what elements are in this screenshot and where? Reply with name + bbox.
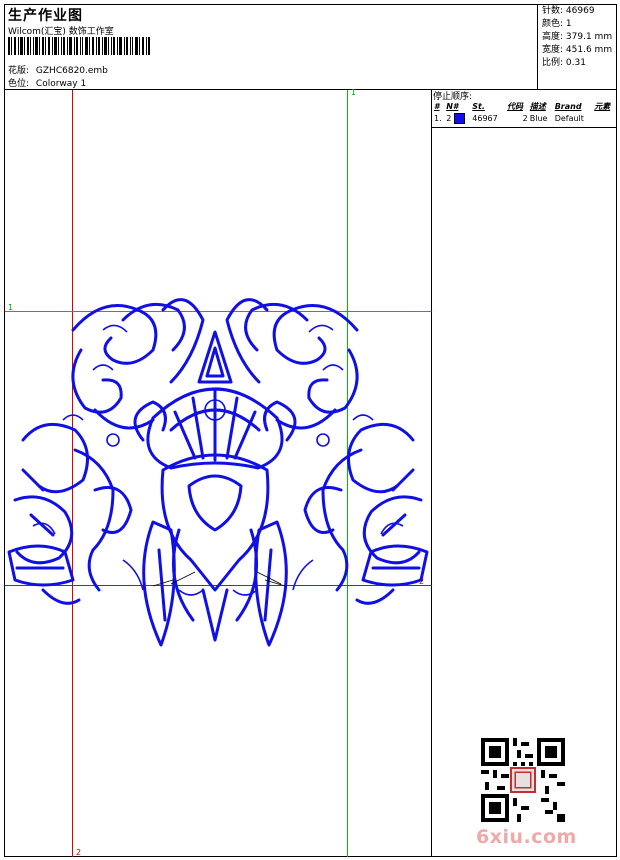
- header-divider: [537, 4, 538, 90]
- qr-code: [481, 738, 565, 822]
- col-brand: Brand: [554, 102, 582, 111]
- stats-panel: 针数: 46969 颜色: 1 高度: 379.1 mm 宽度: 451.6 m…: [542, 5, 612, 70]
- color-swatch: [453, 113, 465, 124]
- stop-sequence-table: # N# St. 代码 描述 Brand 元素 1. 2 46967 2 Blu…: [433, 101, 616, 125]
- colorway-row: 色位: Colorway 1: [8, 76, 86, 89]
- row-element: [593, 112, 616, 125]
- row-number: 2: [445, 112, 471, 125]
- col-element: 元素: [594, 102, 611, 111]
- col-index: #: [434, 102, 440, 111]
- row-stitches: 46967: [472, 114, 498, 123]
- pattern-label: 花版:: [8, 66, 30, 76]
- row-code: 2: [522, 114, 528, 123]
- stat-scale: 比例: 0.31: [542, 58, 586, 68]
- col-description: 描述: [529, 102, 546, 111]
- stat-colors: 颜色: 1: [542, 19, 572, 29]
- pattern-value: GZHC6820.emb: [35, 66, 108, 76]
- embroidery-design: [7, 298, 429, 647]
- watermark-text: 6xiu.com: [476, 826, 577, 848]
- stat-stitches: 针数: 46969: [542, 6, 595, 16]
- row-description: Blue: [529, 114, 548, 123]
- row-index: 1.: [434, 114, 442, 123]
- table-row: 1. 2 46967 2 Blue Default: [433, 112, 616, 125]
- stat-width: 宽度: 451.6 mm: [542, 45, 613, 55]
- stat-height: 高度: 379.1 mm: [542, 32, 613, 42]
- studio-name: Wilcom(汇宝) 数饰工作室: [8, 27, 114, 37]
- guide-label-bottom: 2: [76, 848, 82, 857]
- table-divider: [431, 127, 617, 128]
- col-code: 代码: [507, 102, 523, 111]
- guide-label-top: 1: [351, 88, 357, 97]
- stop-sequence-header: # N# St. 代码 描述 Brand 元素: [433, 101, 616, 112]
- barcode: [8, 37, 150, 55]
- page-title: 生产作业图: [8, 8, 83, 24]
- col-number: N#: [446, 102, 459, 111]
- row-brand: Default: [554, 114, 584, 123]
- col-stitches: St.: [472, 102, 485, 111]
- colorway-value: Colorway 1: [35, 79, 87, 89]
- pattern-row: 花版: GZHC6820.emb: [8, 63, 108, 76]
- colorway-label: 色位:: [8, 79, 30, 89]
